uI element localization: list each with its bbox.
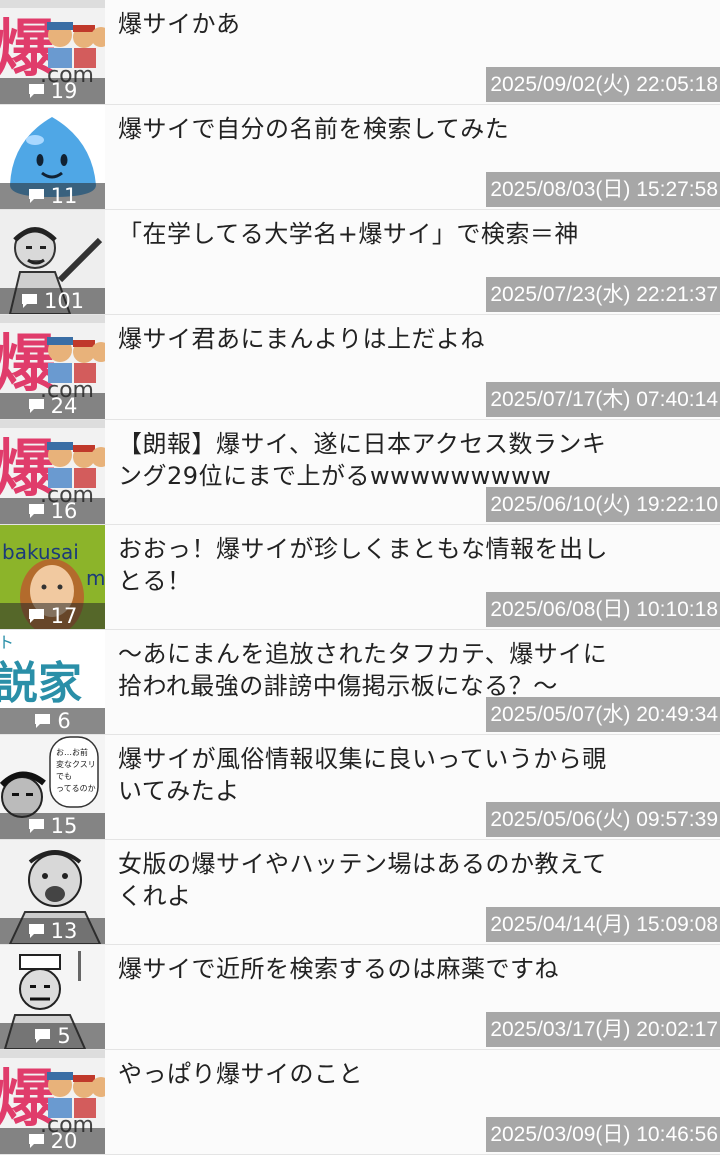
- comment-count: 11: [50, 184, 78, 208]
- thread-thumbnail: 11: [0, 105, 105, 209]
- thread-thumbnail: 爆 .com 16: [0, 420, 105, 524]
- thread-list: 爆 .com 19 爆サイかあ 2025/09/02(火) 22:05:18 1…: [0, 0, 720, 1155]
- thread-title[interactable]: 女版の爆サイやハッテン場はあるのか教えてくれよ: [118, 848, 618, 912]
- comment-count-badge: 24: [0, 393, 105, 419]
- thread-row[interactable]: ト 説家 6 〜あにまんを追放されたタフカテ、爆サイに拾われ最強の誹謗中傷掲示板…: [0, 630, 720, 735]
- thread-row[interactable]: 101 「在学してる大学名+爆サイ」で検索＝神 2025/07/23(水) 22…: [0, 210, 720, 315]
- thread-thumbnail: お…お前 変なクスリ でも ってるのか 15: [0, 735, 105, 839]
- thread-thumbnail: ト 説家 6: [0, 630, 105, 734]
- comment-count: 17: [50, 604, 78, 628]
- thread-title[interactable]: 「在学してる大学名+爆サイ」で検索＝神: [118, 218, 618, 250]
- thread-row[interactable]: 爆 .com 19 爆サイかあ 2025/09/02(火) 22:05:18: [0, 0, 720, 105]
- thread-row[interactable]: 11 爆サイで自分の名前を検索してみた 2025/08/03(日) 15:27:…: [0, 105, 720, 210]
- thread-date: 2025/05/06(火) 09:57:39: [486, 802, 720, 837]
- thread-date: 2025/07/23(水) 22:21:37: [486, 277, 720, 312]
- thread-title[interactable]: おおっ！爆サイが珍しくまともな情報を出しとる！: [118, 533, 618, 597]
- thread-thumbnail: 爆 .com 20: [0, 1050, 105, 1154]
- comment-bubble-icon: [34, 1028, 51, 1044]
- thread-date: 2025/09/02(火) 22:05:18: [486, 67, 720, 102]
- thread-row[interactable]: bakusai m 17 おおっ！爆サイが珍しくまともな情報を出しとる！ 202…: [0, 525, 720, 630]
- comment-count-badge: 20: [0, 1128, 105, 1154]
- thread-thumbnail: 101: [0, 210, 105, 314]
- comment-count: 20: [50, 1129, 78, 1153]
- comment-count: 16: [50, 499, 78, 523]
- comment-bubble-icon: [28, 83, 45, 99]
- comment-count-badge: 15: [0, 813, 105, 839]
- thread-date: 2025/03/17(月) 20:02:17: [486, 1012, 720, 1047]
- thread-row[interactable]: お…お前 変なクスリ でも ってるのか 15 爆サイが風俗情報収集に良いっていう…: [0, 735, 720, 840]
- thread-date: 2025/05/07(水) 20:49:34: [486, 697, 720, 732]
- comment-count-badge: 19: [0, 78, 105, 104]
- thread-thumbnail: 爆 .com 19: [0, 0, 105, 104]
- thread-title[interactable]: 〜あにまんを追放されたタフカテ、爆サイに拾われ最強の誹謗中傷掲示板になる？〜: [118, 638, 618, 702]
- comment-bubble-icon: [28, 1133, 45, 1149]
- svg-text:ト: ト: [0, 633, 14, 652]
- thread-title[interactable]: 爆サイかあ: [118, 8, 618, 40]
- thread-date: 2025/03/09(日) 10:46:56: [486, 1117, 720, 1152]
- thread-title[interactable]: やっぱり爆サイのこと: [118, 1058, 618, 1090]
- thread-row[interactable]: 爆 .com 20 やっぱり爆サイのこと 2025/03/09(日) 10:46…: [0, 1050, 720, 1155]
- comment-count-badge: 11: [0, 183, 105, 209]
- thread-title[interactable]: 【朗報】爆サイ、遂に日本アクセス数ランキング29位にまで上がるwwwwwwwww: [118, 428, 618, 492]
- comment-count: 5: [57, 1024, 71, 1048]
- svg-text:bakusai: bakusai: [2, 540, 79, 564]
- comment-count: 19: [50, 79, 78, 103]
- comment-bubble-icon: [28, 818, 45, 834]
- comment-count: 13: [50, 919, 78, 943]
- comment-count: 6: [57, 709, 71, 733]
- svg-text:m: m: [86, 566, 105, 590]
- comment-bubble-icon: [28, 188, 45, 204]
- comment-count: 101: [43, 289, 85, 313]
- thread-date: 2025/06/10(火) 19:22:10: [486, 487, 720, 522]
- comment-bubble-icon: [28, 503, 45, 519]
- thread-row[interactable]: 爆 .com 24 爆サイ君あにまんよりは上だよね 2025/07/17(木) …: [0, 315, 720, 420]
- comment-bubble-icon: [28, 923, 45, 939]
- thread-row[interactable]: 13 女版の爆サイやハッテン場はあるのか教えてくれよ 2025/04/14(月)…: [0, 840, 720, 945]
- comment-bubble-icon: [28, 608, 45, 624]
- thread-date: 2025/08/03(日) 15:27:58: [486, 172, 720, 207]
- comment-count-badge: 6: [0, 708, 105, 734]
- thread-date: 2025/04/14(月) 15:09:08: [486, 907, 720, 942]
- thread-date: 2025/06/08(日) 10:10:18: [486, 592, 720, 627]
- thread-thumbnail: bakusai m 17: [0, 525, 105, 629]
- comment-count-badge: 17: [0, 603, 105, 629]
- comment-count-badge: 13: [0, 918, 105, 944]
- thread-date: 2025/07/17(木) 07:40:14: [486, 382, 720, 417]
- thread-thumbnail: 爆 .com 24: [0, 315, 105, 419]
- svg-text:説家: 説家: [0, 658, 82, 709]
- comment-bubble-icon: [21, 293, 38, 309]
- comment-count-badge: 5: [0, 1023, 105, 1049]
- thread-thumbnail: 13: [0, 840, 105, 944]
- thread-row[interactable]: 爆 .com 16 【朗報】爆サイ、遂に日本アクセス数ランキング29位にまで上が…: [0, 420, 720, 525]
- thread-title[interactable]: 爆サイで近所を検索するのは麻薬ですね: [118, 953, 618, 985]
- comment-count: 24: [50, 394, 78, 418]
- thread-thumbnail: 5: [0, 945, 105, 1049]
- comment-bubble-icon: [34, 713, 51, 729]
- thread-row[interactable]: 5 爆サイで近所を検索するのは麻薬ですね 2025/03/17(月) 20:02…: [0, 945, 720, 1050]
- thread-title[interactable]: 爆サイが風俗情報収集に良いっていうから覗いてみたよ: [118, 743, 618, 807]
- comment-count-badge: 101: [0, 288, 105, 314]
- comment-bubble-icon: [28, 398, 45, 414]
- comment-count: 15: [50, 814, 78, 838]
- thread-title[interactable]: 爆サイで自分の名前を検索してみた: [118, 113, 618, 145]
- comment-count-badge: 16: [0, 498, 105, 524]
- thread-title[interactable]: 爆サイ君あにまんよりは上だよね: [118, 323, 618, 355]
